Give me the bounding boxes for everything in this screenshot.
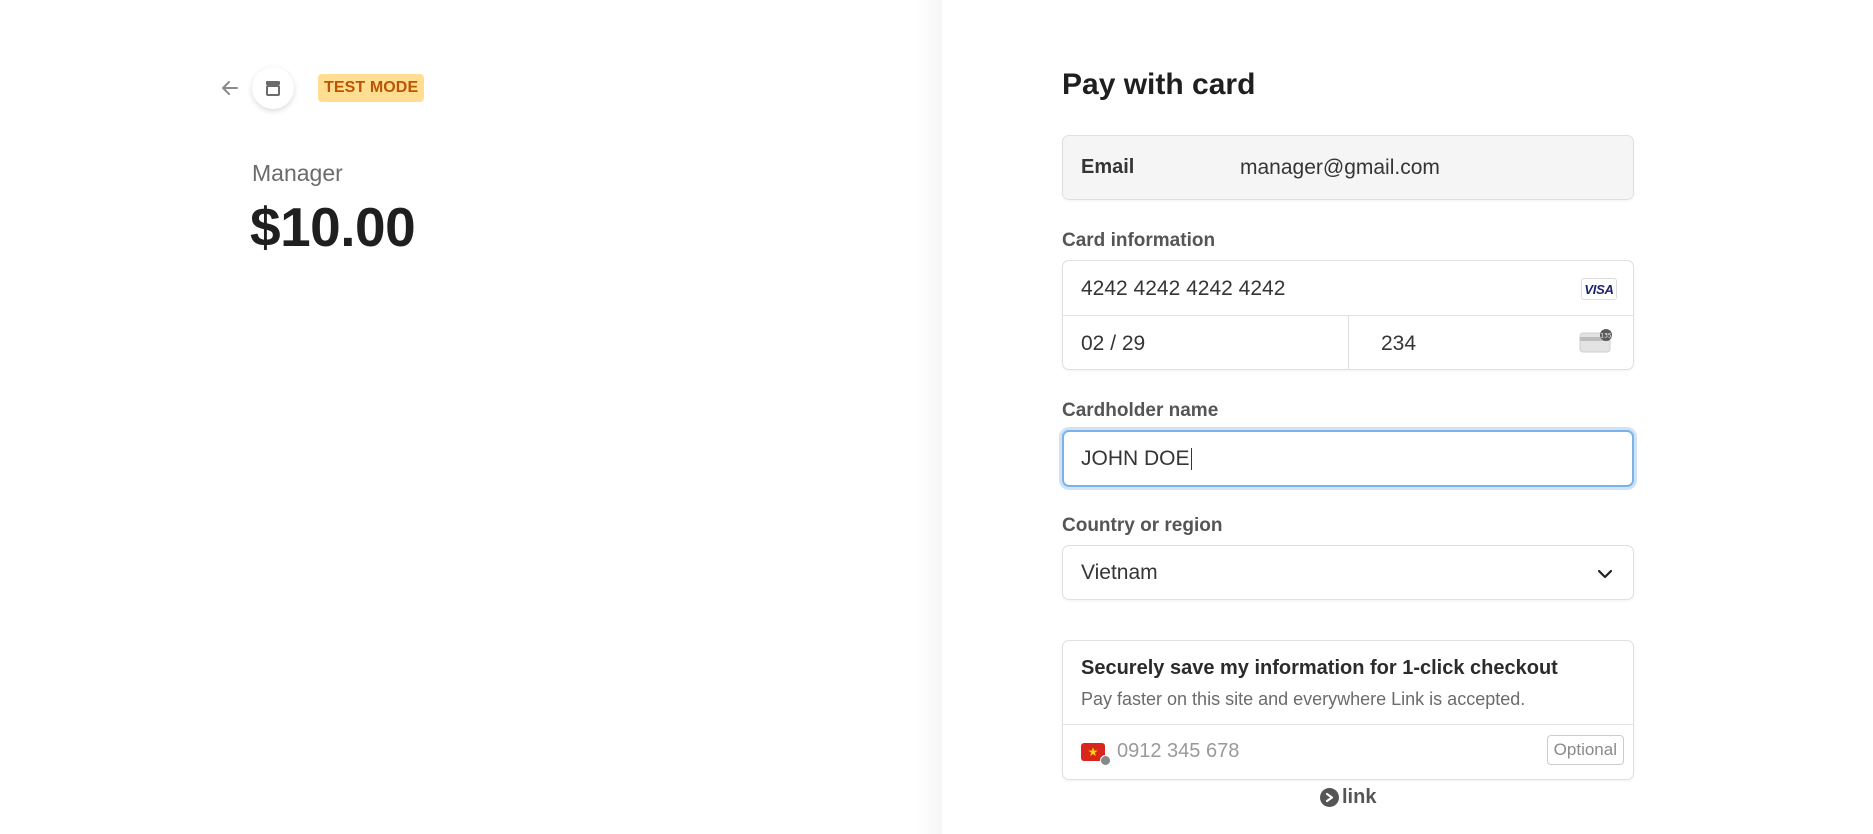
optional-badge: Optional [1546,735,1624,765]
text-caret [1190,447,1193,470]
email-value: manager@gmail.com [1240,155,1440,179]
back-button[interactable] [218,76,242,100]
link-divider [1063,724,1633,725]
link-brand: link [1320,786,1376,809]
link-logo-icon [1320,788,1339,807]
link-brand-text: link [1342,786,1377,808]
email-field: Email manager@gmail.com [1062,135,1634,200]
expiry-value: 02 / 29 [1081,332,1146,355]
store-logo[interactable] [252,67,294,109]
phone-input[interactable]: 0912 345 678 [1117,740,1239,763]
visa-icon: VISA [1581,278,1617,300]
visa-text: VISA [1584,281,1614,297]
product-price: $10.00 [250,196,416,258]
flag-dropdown-icon [1100,755,1111,766]
country-label: Country or region [1062,515,1223,536]
arrow-left-icon [222,81,238,95]
cvc-input[interactable]: 234 [1381,332,1416,356]
cardholder-name-input[interactable]: JOHN DOE [1062,430,1634,487]
card-info-label: Card information [1062,230,1216,251]
link-save-panel: Securely save my information for 1-click… [1062,640,1634,780]
pane-divider [915,0,942,834]
country-value: Vietnam [1081,561,1158,584]
expiry-input[interactable]: 02 / 29 [1063,316,1349,369]
store-icon [266,81,280,96]
cardholder-value: JOHN DOE [1081,446,1190,470]
cardholder-label: Cardholder name [1062,400,1219,421]
link-save-title: Securely save my information for 1-click… [1081,657,1558,679]
link-save-subtitle: Pay faster on this site and everywhere L… [1081,689,1526,709]
cvc-card-icon: 135 [1579,329,1612,353]
country-select[interactable]: Vietnam [1062,545,1634,600]
cvc-icon-text: 135 [1600,333,1612,340]
test-mode-badge: TEST MODE [318,74,425,102]
product-name: Manager [252,160,343,186]
card-number-input[interactable]: 4242 4242 4242 4242 VISA [1063,261,1633,316]
summary-pane: TEST MODE Manager $10.00 [0,0,942,834]
chevron-down-icon [1597,569,1613,579]
email-label: Email [1081,156,1135,178]
form-title: Pay with card [1062,68,1256,101]
card-number-value: 4242 4242 4242 4242 [1081,277,1286,300]
card-info-group: 4242 4242 4242 4242 VISA 02 / 29 234 135 [1062,260,1634,370]
